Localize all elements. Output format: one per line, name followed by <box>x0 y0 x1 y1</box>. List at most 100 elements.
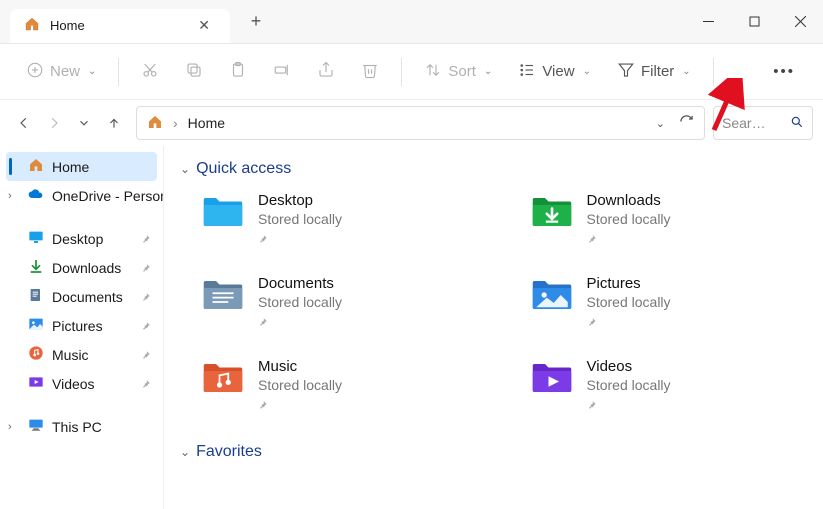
expand-icon[interactable]: › <box>8 190 12 202</box>
window-controls <box>685 0 823 44</box>
folder-videos[interactable]: Videos Stored locally <box>529 358 808 413</box>
chevron-down-icon: ⌄ <box>180 162 190 176</box>
pc-icon <box>28 417 44 436</box>
paste-button[interactable] <box>219 55 257 89</box>
pin-icon <box>587 397 671 413</box>
sidebar-label: OneDrive - Personal <box>52 188 164 204</box>
section-title: Quick access <box>196 160 291 178</box>
cut-icon <box>141 61 159 83</box>
sidebar-label: Downloads <box>52 260 121 276</box>
documents-folder-icon <box>200 275 246 315</box>
filter-label: Filter <box>641 63 674 80</box>
filter-button[interactable]: Filter ⌄ <box>607 55 701 89</box>
folder-documents[interactable]: Documents Stored locally <box>200 275 479 330</box>
sort-button[interactable]: Sort ⌄ <box>414 55 502 89</box>
separator <box>713 58 714 86</box>
address-field[interactable]: › Home ⌄ <box>136 106 705 140</box>
forward-button[interactable] <box>40 107 68 139</box>
more-button[interactable]: ••• <box>761 57 807 86</box>
new-tab-button[interactable]: + <box>240 6 272 38</box>
share-button[interactable] <box>307 55 345 89</box>
minimize-button[interactable] <box>685 0 731 44</box>
up-button[interactable] <box>100 107 128 139</box>
separator <box>118 58 119 86</box>
view-button[interactable]: View ⌄ <box>508 55 601 89</box>
new-button[interactable]: New ⌄ <box>16 55 106 89</box>
folder-pictures[interactable]: Pictures Stored locally <box>529 275 808 330</box>
folder-sub: Stored locally <box>587 211 671 227</box>
rename-button[interactable] <box>263 55 301 89</box>
maximize-button[interactable] <box>731 0 777 44</box>
documents-icon <box>28 287 44 306</box>
rename-icon <box>273 61 291 83</box>
filter-icon <box>617 61 635 83</box>
sidebar-item-videos[interactable]: Videos <box>0 369 163 398</box>
refresh-button[interactable] <box>679 114 694 132</box>
section-favorites[interactable]: ⌄ Favorites <box>180 443 807 461</box>
expand-icon[interactable]: › <box>8 421 12 433</box>
search-icon <box>790 115 804 132</box>
sidebar-label: Home <box>52 159 89 175</box>
folder-sub: Stored locally <box>258 294 342 310</box>
recent-button[interactable] <box>70 107 98 139</box>
chevron-down-icon: ⌄ <box>180 445 190 459</box>
quick-access-grid: Desktop Stored locally Downloads Stored … <box>200 192 807 413</box>
search-input[interactable]: Sear… <box>713 106 813 140</box>
folder-name: Documents <box>258 275 342 292</box>
copy-button[interactable] <box>175 55 213 89</box>
copy-icon <box>185 61 203 83</box>
sidebar-label: Documents <box>52 289 123 305</box>
sidebar-label: Music <box>52 347 89 363</box>
sidebar-item-onedrive[interactable]: › OneDrive - Personal <box>0 181 163 210</box>
command-toolbar: New ⌄ Sort ⌄ View ⌄ Filter ⌄ ••• <box>0 44 823 100</box>
content-pane: ⌄ Quick access Desktop Stored locally Do… <box>164 146 823 509</box>
breadcrumb-current[interactable]: Home <box>188 115 225 131</box>
sidebar-item-downloads[interactable]: Downloads <box>0 253 163 282</box>
back-button[interactable] <box>10 107 38 139</box>
pin-icon <box>141 318 151 334</box>
delete-button[interactable] <box>351 55 389 89</box>
desktop-icon <box>28 229 44 248</box>
sidebar-item-pictures[interactable]: Pictures <box>0 311 163 340</box>
music-folder-icon <box>200 358 246 398</box>
address-bar: › Home ⌄ Sear… <box>0 100 823 146</box>
pictures-folder-icon <box>529 275 575 315</box>
pin-icon <box>258 231 342 247</box>
folder-name: Downloads <box>587 192 671 209</box>
chevron-down-icon[interactable]: ⌄ <box>656 117 665 130</box>
chevron-down-icon: ⌄ <box>583 66 591 77</box>
chevron-down-icon: ⌄ <box>88 66 96 77</box>
folder-downloads[interactable]: Downloads Stored locally <box>529 192 808 247</box>
section-title: Favorites <box>196 443 262 461</box>
sidebar-label: Videos <box>52 376 95 392</box>
sidebar-item-documents[interactable]: Documents <box>0 282 163 311</box>
chevron-right-icon[interactable]: › <box>173 115 178 131</box>
section-quick-access[interactable]: ⌄ Quick access <box>180 160 807 178</box>
home-icon <box>24 16 40 35</box>
more-icon: ••• <box>773 63 795 80</box>
tab-close-button[interactable]: ✕ <box>192 15 216 36</box>
sort-icon <box>424 61 442 83</box>
pin-icon <box>141 289 151 305</box>
view-icon <box>518 61 536 83</box>
sidebar-item-desktop[interactable]: Desktop <box>0 224 163 253</box>
sidebar-item-home[interactable]: Home <box>6 152 157 181</box>
close-window-button[interactable] <box>777 0 823 44</box>
trash-icon <box>361 61 379 83</box>
music-icon <box>28 345 44 364</box>
main-area: Home › OneDrive - Personal Desktop Downl… <box>0 146 823 509</box>
sidebar-item-thispc[interactable]: › This PC <box>0 412 163 441</box>
folder-sub: Stored locally <box>587 294 671 310</box>
videos-icon <box>28 374 44 393</box>
sidebar-item-music[interactable]: Music <box>0 340 163 369</box>
pin-icon <box>587 231 671 247</box>
desktop-folder-icon <box>200 192 246 232</box>
folder-desktop[interactable]: Desktop Stored locally <box>200 192 479 247</box>
pin-icon <box>141 376 151 392</box>
pictures-icon <box>28 316 44 335</box>
tab-title: Home <box>50 18 85 33</box>
cloud-icon <box>28 186 44 205</box>
cut-button[interactable] <box>131 55 169 89</box>
folder-music[interactable]: Music Stored locally <box>200 358 479 413</box>
window-tab[interactable]: Home ✕ <box>10 9 230 43</box>
